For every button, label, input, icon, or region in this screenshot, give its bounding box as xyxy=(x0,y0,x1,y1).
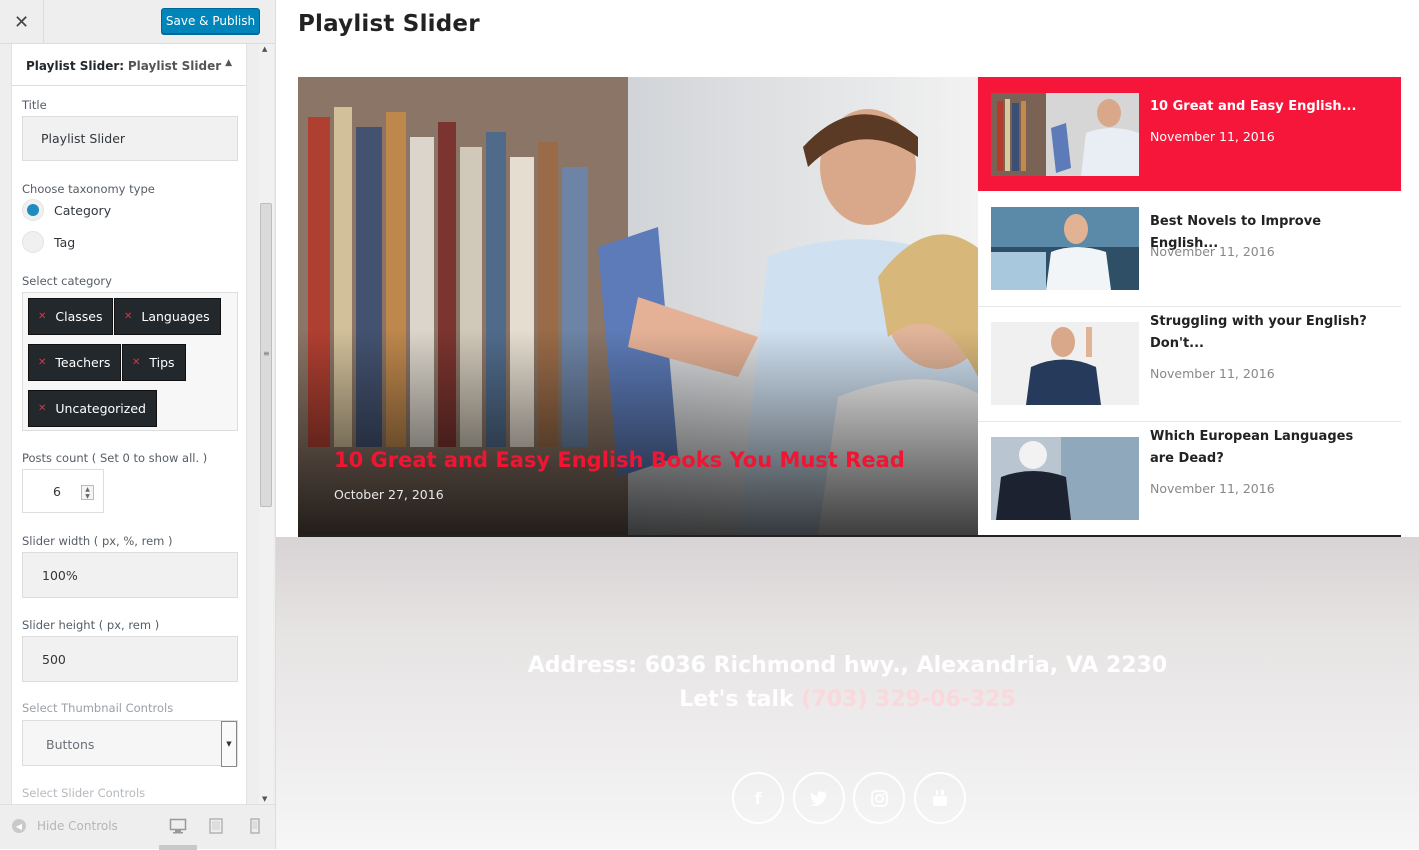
youtube-icon[interactable] xyxy=(914,772,966,824)
remove-icon[interactable]: ✕ xyxy=(38,311,46,322)
hide-controls-label: Hide Controls xyxy=(37,819,118,833)
radio-category-label: Category xyxy=(54,202,112,218)
hero-slide[interactable]: 10 Great and Easy English Books You Must… xyxy=(298,77,978,536)
section-title: Playlist Slider xyxy=(127,59,222,73)
slider-height-input[interactable]: 500 xyxy=(22,636,238,682)
category-chip[interactable]: ✕ Uncategorized xyxy=(28,390,157,427)
chip-label: Teachers xyxy=(55,355,111,370)
playlist-item[interactable]: Best Novels to Improve English... Novemb… xyxy=(978,192,1401,307)
active-device-indicator xyxy=(159,845,197,850)
radio-unselected-icon xyxy=(22,231,44,253)
slider-width-input[interactable]: 100% xyxy=(22,552,238,598)
playlist-item-date: November 11, 2016 xyxy=(1150,129,1275,144)
radio-category[interactable]: Category xyxy=(22,199,111,221)
category-multiselect[interactable]: ✕ Classes ✕ Languages ✕ Teachers ✕ Tips ✕ Unc… xyxy=(22,292,238,431)
playlist-item-date: November 11, 2016 xyxy=(1150,366,1275,381)
remove-icon[interactable]: ✕ xyxy=(124,311,132,322)
thumbnail-controls-select[interactable]: Buttons ▼ xyxy=(22,720,238,767)
posts-count-label: Posts count ( Set 0 to show all. ) xyxy=(22,451,208,465)
save-publish-button[interactable]: Save & Publish xyxy=(161,8,260,34)
customizer-header: ✕ Save & Publish xyxy=(0,0,275,44)
site-footer: Address: 6036 Richmond hwy., Alexandria,… xyxy=(276,537,1419,849)
collapse-arrow-icon[interactable]: ▲ xyxy=(225,58,232,68)
site-preview: Playlist Slider 10 Great and Easy Englis… xyxy=(276,0,1419,849)
thumbnail xyxy=(991,207,1139,290)
thumbnail-controls-label: Select Thumbnail Controls xyxy=(22,701,174,715)
thumbnail-controls-value: Buttons xyxy=(46,737,95,752)
facebook-icon[interactable]: f xyxy=(732,772,784,824)
category-chip[interactable]: ✕ Teachers xyxy=(28,344,122,381)
title-input[interactable]: Playlist Slider xyxy=(22,116,238,161)
footer-phone-link[interactable]: (703) 329-06-325 xyxy=(801,687,1015,712)
playlist-item-title: 10 Great and Easy English... xyxy=(1150,99,1357,114)
customizer-sidebar: ✕ Save & Publish Playlist Slider: Playli… xyxy=(0,0,276,850)
slider-height-label: Slider height ( px, rem ) xyxy=(22,618,160,632)
playlist-item-title: Struggling with your English? Don't... xyxy=(1150,314,1367,351)
talk-label: Let's talk xyxy=(679,687,794,712)
chip-label: Uncategorized xyxy=(55,401,146,416)
thumbnail xyxy=(991,322,1139,405)
posts-count-input[interactable]: 6 ▲ ▼ xyxy=(22,469,104,513)
playlist-item-title: Which European Languages are Dead? xyxy=(1150,429,1354,466)
posts-count-value: 6 xyxy=(53,484,61,499)
title-label: Title xyxy=(22,98,47,112)
remove-icon[interactable]: ✕ xyxy=(38,403,46,414)
arrow-left-icon: ◀ xyxy=(12,819,26,833)
hero-date: October 27, 2016 xyxy=(334,487,444,502)
tablet-preview-icon[interactable] xyxy=(207,818,225,834)
twitter-icon[interactable] xyxy=(793,772,845,824)
playlist-item-active[interactable]: 10 Great and Easy English... November 11… xyxy=(978,77,1401,191)
section-prefix: Playlist Slider: xyxy=(26,59,125,73)
playlist-item[interactable]: Struggling with your English? Don't... N… xyxy=(978,307,1401,422)
section-panel: Playlist Slider: Playlist Slider ▲ Title… xyxy=(11,44,247,804)
thumbnail xyxy=(991,93,1139,176)
scrollbar-thumb[interactable]: ≡ xyxy=(260,203,272,507)
playlist-item-date: November 11, 2016 xyxy=(1150,244,1275,259)
page-title: Playlist Slider xyxy=(298,11,480,37)
chip-label: Classes xyxy=(55,309,103,324)
footer-contact: Let's talk (703) 329-06-325 xyxy=(276,687,1419,712)
radio-tag-label: Tag xyxy=(54,234,76,250)
footer-address: Address: 6036 Richmond hwy., Alexandria,… xyxy=(527,653,1168,678)
category-label: Select category xyxy=(22,274,112,288)
playlist-item[interactable]: Which European Languages are Dead? Novem… xyxy=(978,422,1401,537)
customizer-footer: ◀ Hide Controls xyxy=(0,804,275,850)
scroll-down-icon[interactable]: ▼ xyxy=(262,795,267,803)
taxonomy-label: Choose taxonomy type xyxy=(22,182,155,196)
instagram-icon[interactable] xyxy=(853,772,905,824)
hero-title[interactable]: 10 Great and Easy English Books You Must… xyxy=(334,448,905,472)
chevron-down-icon: ▼ xyxy=(221,721,237,767)
playlist-item-date: November 11, 2016 xyxy=(1150,481,1275,496)
sidebar-scrollbar[interactable]: ▲ ≡ ▼ xyxy=(259,44,273,804)
category-chip[interactable]: ✕ Classes xyxy=(28,298,114,335)
radio-tag[interactable]: Tag xyxy=(22,231,75,253)
playlist: 10 Great and Easy English... November 11… xyxy=(978,77,1401,536)
scroll-up-icon[interactable]: ▲ xyxy=(262,45,267,53)
remove-icon[interactable]: ✕ xyxy=(38,357,46,368)
close-icon[interactable]: ✕ xyxy=(0,0,44,44)
mobile-preview-icon[interactable] xyxy=(246,818,264,834)
slider-controls-label: Select Slider Controls xyxy=(22,786,146,800)
number-spinner-icon[interactable]: ▲ ▼ xyxy=(81,485,94,500)
grip-icon: ≡ xyxy=(263,349,270,358)
category-chip[interactable]: ✕ Tips xyxy=(122,344,186,381)
category-chip[interactable]: ✕ Languages xyxy=(114,298,221,335)
desktop-preview-icon[interactable] xyxy=(169,818,187,834)
section-header[interactable]: Playlist Slider: Playlist Slider ▲ xyxy=(12,44,246,86)
hide-controls-button[interactable]: ◀ Hide Controls xyxy=(12,819,118,833)
chip-label: Languages xyxy=(141,309,210,324)
chip-label: Tips xyxy=(149,355,175,370)
thumbnail xyxy=(991,437,1139,520)
slider-width-label: Slider width ( px, %, rem ) xyxy=(22,534,173,548)
remove-icon[interactable]: ✕ xyxy=(132,357,140,368)
radio-selected-icon xyxy=(22,199,44,221)
